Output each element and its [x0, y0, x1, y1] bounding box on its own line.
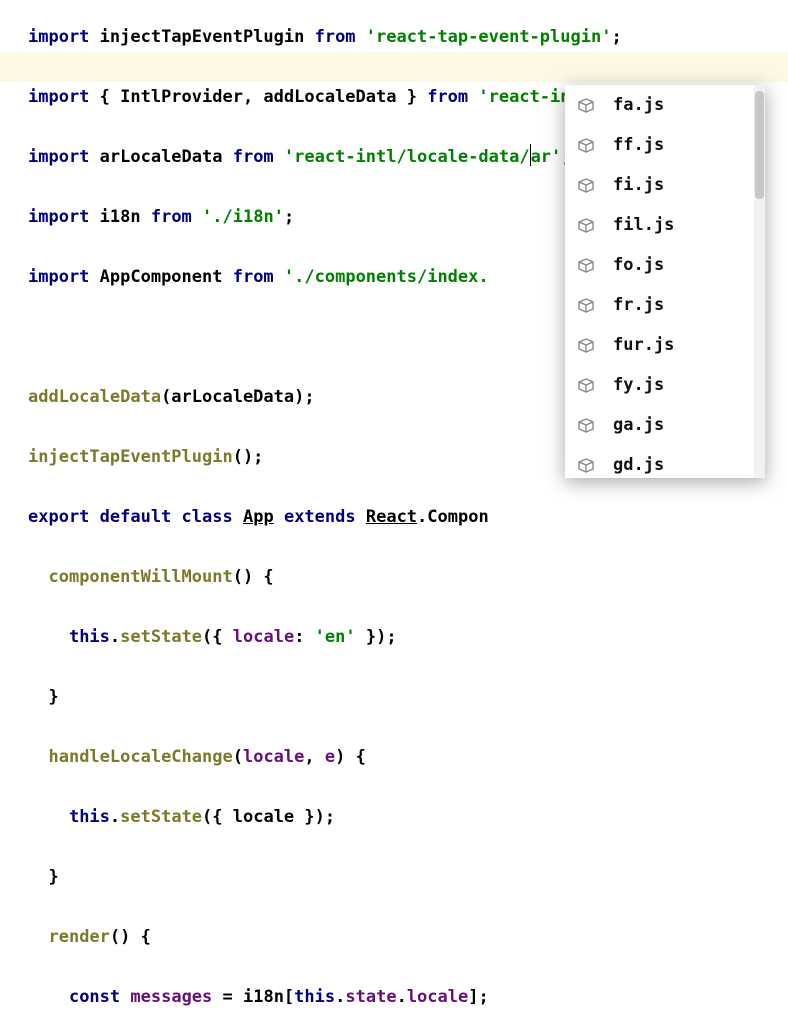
- code-line[interactable]: import { IntlProvider, addLocaleData } f…: [28, 82, 622, 112]
- autocomplete-item[interactable]: fo.js: [565, 245, 765, 285]
- autocomplete-item[interactable]: fr.js: [565, 285, 765, 325]
- autocomplete-label: ga.js: [613, 410, 664, 440]
- text-cursor: [530, 144, 531, 166]
- autocomplete-popup: fa.js ff.js fi.js fil.js fo.js fr.js fur…: [565, 85, 765, 478]
- module-icon: [577, 296, 595, 314]
- autocomplete-label: fil.js: [613, 210, 674, 240]
- autocomplete-item[interactable]: fa.js: [565, 85, 765, 125]
- code-line[interactable]: import arLocaleData from 'react-intl/loc…: [28, 142, 622, 172]
- code-line[interactable]: render() {: [28, 922, 622, 952]
- code-line[interactable]: }: [28, 682, 622, 712]
- module-icon: [577, 256, 595, 274]
- autocomplete-item[interactable]: fil.js: [565, 205, 765, 245]
- code-line[interactable]: [28, 322, 622, 352]
- autocomplete-label: fa.js: [613, 90, 664, 120]
- code-line[interactable]: injectTapEventPlugin();: [28, 442, 622, 472]
- code-line[interactable]: import injectTapEventPlugin from 'react-…: [28, 22, 622, 52]
- code-line[interactable]: export default class App extends React.C…: [28, 502, 622, 532]
- module-icon: [577, 136, 595, 154]
- popup-scrollbar-thumb[interactable]: [755, 91, 764, 199]
- code-line[interactable]: const messages = i18n[this.state.locale]…: [28, 982, 622, 1012]
- module-icon: [577, 96, 595, 114]
- code-line[interactable]: componentWillMount() {: [28, 562, 622, 592]
- code-line[interactable]: handleLocaleChange(locale, e) {: [28, 742, 622, 772]
- code-line[interactable]: import AppComponent from './components/i…: [28, 262, 622, 292]
- module-icon: [577, 376, 595, 394]
- code-line[interactable]: }: [28, 862, 622, 892]
- module-icon: [577, 216, 595, 234]
- autocomplete-item[interactable]: ga.js: [565, 405, 765, 445]
- autocomplete-label: fy.js: [613, 370, 664, 400]
- module-icon: [577, 416, 595, 434]
- popup-scrollbar[interactable]: [754, 85, 765, 478]
- autocomplete-label: fi.js: [613, 170, 664, 200]
- autocomplete-item[interactable]: ff.js: [565, 125, 765, 165]
- autocomplete-label: fur.js: [613, 330, 674, 360]
- autocomplete-item[interactable]: fur.js: [565, 325, 765, 365]
- code-line[interactable]: import i18n from './i18n';: [28, 202, 622, 232]
- autocomplete-item[interactable]: gd.js: [565, 445, 765, 478]
- module-icon: [577, 176, 595, 194]
- autocomplete-label: fo.js: [613, 250, 664, 280]
- code-line[interactable]: this.setState({ locale });: [28, 802, 622, 832]
- autocomplete-item[interactable]: fy.js: [565, 365, 765, 405]
- code-line[interactable]: this.setState({ locale: 'en' });: [28, 622, 622, 652]
- module-icon: [577, 336, 595, 354]
- code-line[interactable]: addLocaleData(arLocaleData);: [28, 382, 622, 412]
- autocomplete-item[interactable]: fi.js: [565, 165, 765, 205]
- autocomplete-label: ff.js: [613, 130, 664, 160]
- autocomplete-label: gd.js: [613, 450, 664, 478]
- autocomplete-label: fr.js: [613, 290, 664, 320]
- code-editor[interactable]: import injectTapEventPlugin from 'react-…: [28, 0, 622, 1036]
- module-icon: [577, 456, 595, 474]
